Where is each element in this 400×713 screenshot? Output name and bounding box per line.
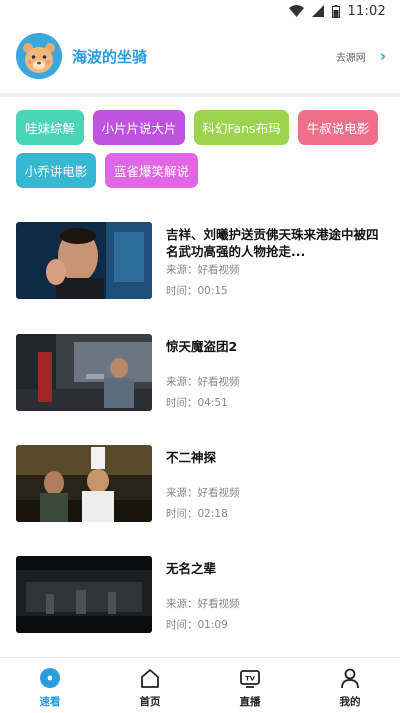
compass-icon: [40, 668, 60, 688]
video-time: 时间：04:51: [166, 397, 228, 409]
video-info: 无名之辈 来源：好看视频 时间：01:09: [166, 556, 388, 634]
video-title: 无名之辈: [166, 561, 217, 576]
chevron-right-icon: ›: [379, 47, 386, 65]
category-chips: 哇妹综解 小片片说大片 科幻Fans布玛 牛叔说电影 小乔讲电影 蓝雀爆笑解说: [16, 110, 386, 196]
video-source: 来源：好看视频: [166, 598, 240, 610]
svg-text:TV: TV: [245, 675, 254, 683]
status-time: 11:02: [347, 3, 386, 19]
nav-label: 首页: [139, 696, 161, 708]
category-chip[interactable]: 牛叔说电影: [298, 110, 378, 145]
category-chip[interactable]: 蓝雀爆笑解说: [105, 153, 198, 188]
header: 海波的坐骑 去源网 ›: [0, 22, 400, 90]
video-info: 不二神探 来源：好看视频 时间：02:18: [166, 445, 388, 523]
nav-item-quick-view[interactable]: 速看: [15, 658, 85, 709]
video-source: 来源：好看视频: [166, 376, 240, 388]
video-source: 来源：好看视频: [166, 487, 240, 499]
go-source-link[interactable]: 去源网 ›: [336, 47, 386, 65]
category-chip[interactable]: 哇妹综解: [16, 110, 84, 145]
nav-label: 直播: [239, 696, 261, 708]
nav-item-home[interactable]: 首页: [115, 658, 185, 709]
chip-row: 哇妹综解 小片片说大片 科幻Fans布玛 牛叔说电影: [16, 110, 386, 145]
video-thumbnail: [16, 445, 152, 522]
status-bar: 11:02: [0, 0, 400, 22]
video-list-item[interactable]: 不二神探 来源：好看视频 时间：02:18: [16, 445, 388, 523]
bear-avatar-icon: [16, 33, 62, 79]
video-title: 吉祥、刘曦护送贡佛天珠来港途中被四名武功高强的人物抢走...: [166, 227, 379, 259]
video-info: 惊天魔盗团2 来源：好看视频 时间：04:51: [166, 334, 388, 412]
category-chip[interactable]: 小乔讲电影: [16, 153, 96, 188]
category-chip[interactable]: 小片片说大片: [93, 110, 185, 145]
video-source: 来源：好看视频: [166, 264, 240, 276]
video-time: 时间：01:09: [166, 619, 228, 631]
video-thumbnail: [16, 334, 152, 411]
nav-label: 我的: [339, 696, 361, 708]
video-thumbnail: [16, 556, 152, 633]
nav-item-live[interactable]: TV 直播: [215, 658, 285, 709]
header-divider: [0, 93, 400, 97]
nav-item-profile[interactable]: 我的: [315, 658, 385, 709]
nav-label: 速看: [39, 696, 61, 708]
home-icon: [141, 669, 159, 688]
video-list-item[interactable]: 吉祥、刘曦护送贡佛天珠来港途中被四名武功高强的人物抢走... 来源：好看视频 时…: [16, 222, 388, 300]
video-info: 吉祥、刘曦护送贡佛天珠来港途中被四名武功高强的人物抢走... 来源：好看视频 时…: [166, 222, 388, 300]
video-title: 惊天魔盗团2: [166, 339, 238, 354]
user-icon: [341, 668, 359, 689]
tv-icon: TV: [240, 670, 260, 688]
bottom-nav: 速看 首页 TV 直播 我的: [0, 657, 400, 713]
video-list-item[interactable]: 无名之辈 来源：好看视频 时间：01:09: [16, 556, 388, 634]
video-time: 时间：00:15: [166, 285, 228, 297]
video-thumbnail: [16, 222, 152, 299]
video-title: 不二神探: [166, 450, 217, 465]
avatar[interactable]: [16, 33, 62, 79]
page-title: 海波的坐骑: [72, 47, 148, 66]
video-list-item[interactable]: 惊天魔盗团2 来源：好看视频 时间：04:51: [16, 334, 388, 412]
wifi-icon: [288, 5, 304, 17]
video-time: 时间：02:18: [166, 508, 228, 520]
go-source-label: 去源网: [335, 52, 366, 64]
chip-row: 小乔讲电影 蓝雀爆笑解说: [16, 153, 386, 188]
signal-icon: [311, 5, 324, 17]
category-chip[interactable]: 科幻Fans布玛: [194, 110, 289, 145]
battery-icon: [331, 4, 340, 18]
